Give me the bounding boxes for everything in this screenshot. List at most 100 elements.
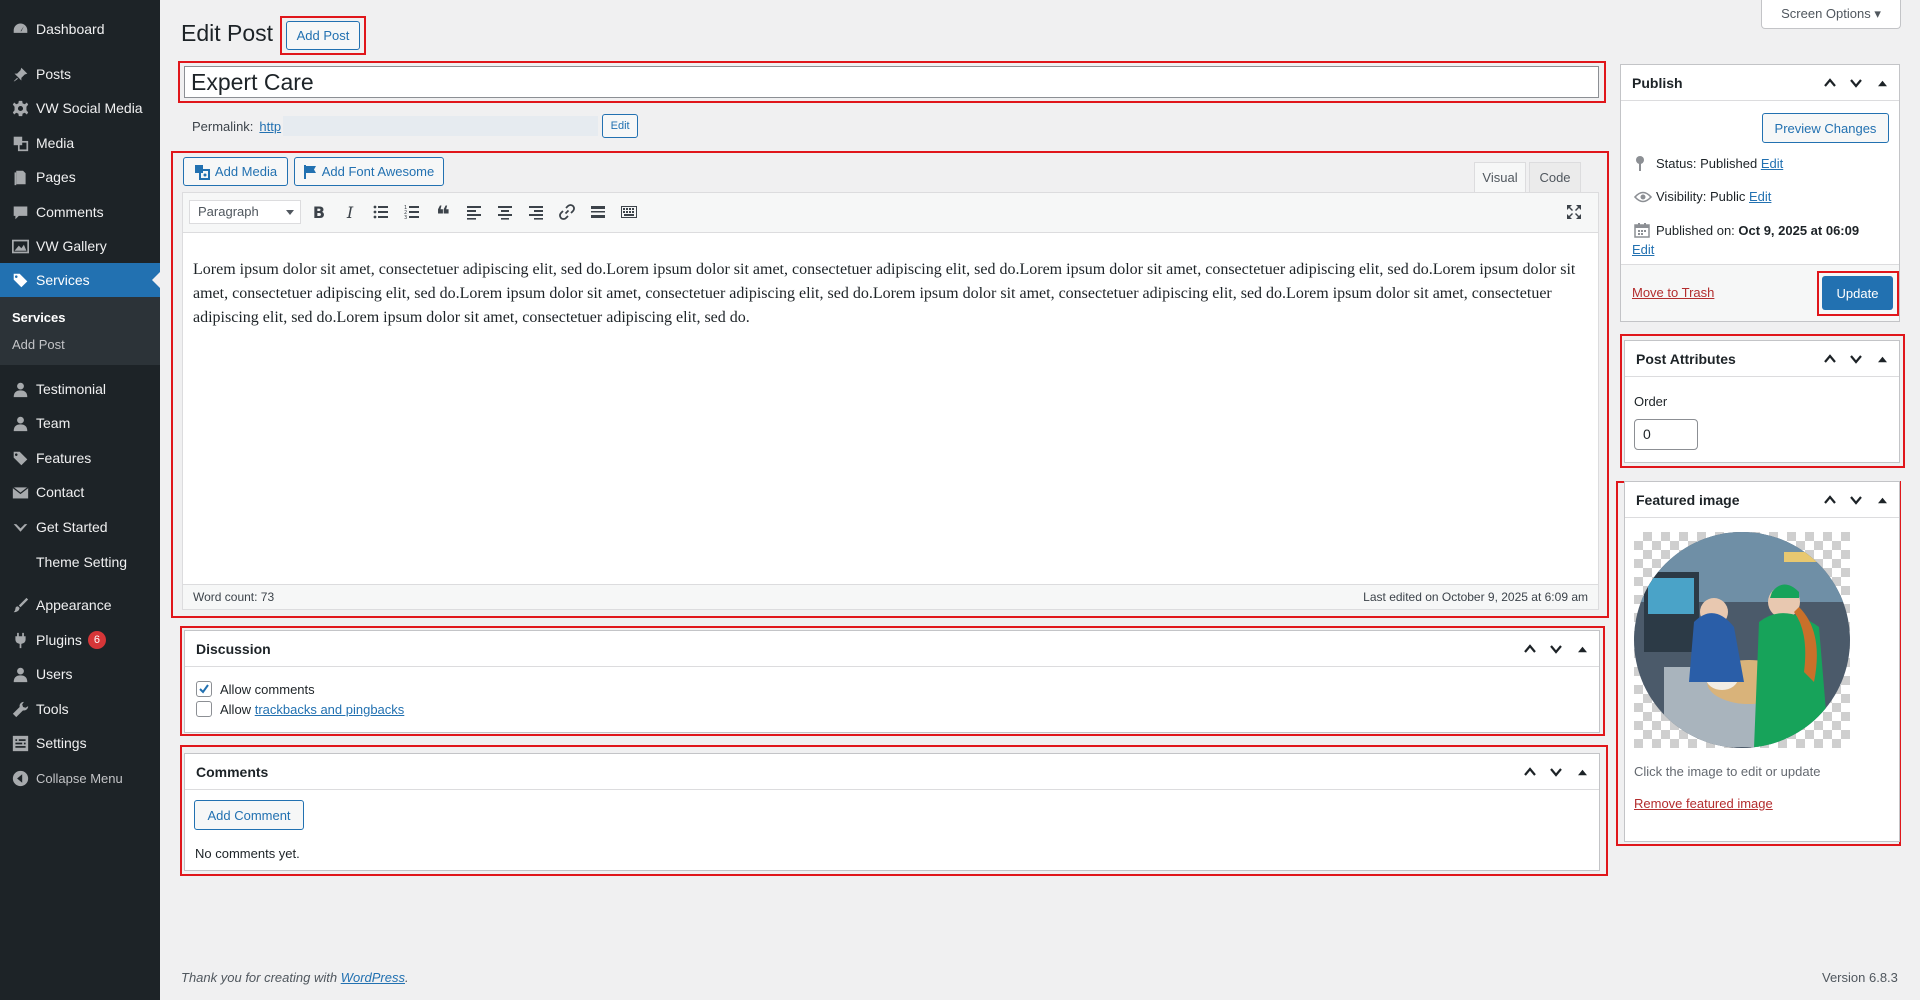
toggle-panel-icon[interactable] — [1873, 350, 1891, 368]
comment-icon — [10, 202, 30, 222]
sidebar-item-tools[interactable]: Tools — [0, 692, 160, 726]
permalink-url[interactable]: http — [259, 119, 281, 134]
sidebar-item-get-started[interactable]: Get Started — [0, 510, 160, 544]
publish-header[interactable]: Publish — [1621, 65, 1899, 101]
sidebar-item-settings[interactable]: Settings — [0, 726, 160, 760]
sidebar-item-label: Testimonial — [36, 381, 107, 397]
trackbacks-link[interactable]: trackbacks and pingbacks — [255, 702, 405, 717]
sidebar-item-theme-setting[interactable]: Theme Setting — [0, 545, 160, 579]
sidebar-item-label: Users — [36, 666, 73, 682]
featured-image-header[interactable]: Featured image — [1625, 482, 1899, 518]
sidebar-item-label: Team — [36, 415, 71, 431]
discussion-header[interactable]: Discussion — [185, 631, 1599, 667]
wordpress-link[interactable]: WordPress — [341, 970, 405, 985]
add-media-button[interactable]: Add Media — [183, 157, 288, 186]
sidebar-item-services[interactable]: Services — [0, 263, 160, 297]
sidebar-item-testimonial[interactable]: Testimonial — [0, 372, 160, 406]
bold-icon[interactable]: B — [307, 200, 331, 224]
toggle-panel-icon[interactable] — [1873, 491, 1891, 509]
toggle-panel-icon[interactable] — [1573, 763, 1591, 781]
move-down-icon[interactable] — [1847, 74, 1865, 92]
read-more-icon[interactable] — [586, 200, 610, 224]
align-center-icon[interactable] — [493, 200, 517, 224]
tag-icon — [10, 270, 30, 290]
published-on-edit-link[interactable]: Edit — [1632, 242, 1654, 257]
comments-header[interactable]: Comments — [185, 754, 1599, 790]
admin-sidebar: Services Add Post Dashboard Posts VW Socia… — [0, 0, 160, 1000]
sidebar-item-plugins[interactable]: Plugins 6 — [0, 623, 160, 657]
sidebar-item-label: Comments — [36, 204, 104, 220]
sidebar-item-contact[interactable]: Contact — [0, 475, 160, 509]
move-up-icon[interactable] — [1521, 763, 1539, 781]
format-select-value: Paragraph — [198, 204, 259, 219]
tab-visual[interactable]: Visual — [1474, 162, 1526, 192]
screen-options-button[interactable]: Screen Options ▾ — [1761, 0, 1901, 29]
sidebar-item-users[interactable]: Users — [0, 657, 160, 691]
numbered-list-icon[interactable]: 123 — [400, 200, 424, 224]
sidebar-item-team[interactable]: Team — [0, 406, 160, 440]
caret-down-icon — [286, 210, 294, 215]
add-post-button[interactable]: Add Post — [286, 21, 360, 50]
format-select[interactable]: Paragraph — [189, 200, 301, 224]
blockquote-icon[interactable]: ❝ — [431, 200, 455, 228]
post-attributes-header[interactable]: Post Attributes — [1625, 341, 1899, 377]
move-up-icon[interactable] — [1821, 74, 1839, 92]
move-up-icon[interactable] — [1821, 350, 1839, 368]
move-up-icon[interactable] — [1821, 491, 1839, 509]
permalink-edit-button[interactable]: Edit — [602, 114, 639, 138]
tab-code[interactable]: Code — [1529, 162, 1581, 192]
discussion-title: Discussion — [196, 640, 271, 657]
sidebar-item-label: VW Social Media — [36, 100, 143, 116]
visibility-edit-link[interactable]: Edit — [1749, 189, 1771, 204]
sidebar-item-dashboard[interactable]: Dashboard — [0, 12, 160, 46]
permalink-row: Permalink: http Edit — [192, 114, 639, 138]
allow-trackbacks-checkbox[interactable] — [196, 701, 212, 717]
post-title-input[interactable]: Expert Care — [184, 66, 1599, 98]
fullscreen-icon[interactable] — [1562, 200, 1586, 224]
align-left-icon[interactable] — [462, 200, 486, 224]
order-input[interactable]: 0 — [1634, 419, 1698, 450]
allow-comments-checkbox[interactable] — [196, 681, 212, 697]
word-count: Word count: 73 — [193, 590, 275, 604]
publish-title: Publish — [1632, 74, 1683, 91]
person-icon — [10, 379, 30, 399]
move-up-icon[interactable] — [1521, 640, 1539, 658]
move-down-icon[interactable] — [1547, 763, 1565, 781]
submenu-add-post[interactable]: Add Post — [12, 337, 65, 352]
move-down-icon[interactable] — [1847, 491, 1865, 509]
link-icon[interactable] — [555, 200, 579, 224]
move-to-trash-link[interactable]: Move to Trash — [1632, 285, 1714, 300]
add-comment-button[interactable]: Add Comment — [194, 800, 304, 830]
sidebar-item-vw-gallery[interactable]: VW Gallery — [0, 229, 160, 263]
featured-image-thumbnail[interactable] — [1634, 532, 1850, 748]
toggle-panel-icon[interactable] — [1873, 74, 1891, 92]
move-down-icon[interactable] — [1847, 350, 1865, 368]
update-button[interactable]: Update — [1822, 276, 1893, 310]
sidebar-item-media[interactable]: Media — [0, 126, 160, 160]
move-down-icon[interactable] — [1547, 640, 1565, 658]
toggle-panel-icon[interactable] — [1573, 640, 1591, 658]
sidebar-item-label: Dashboard — [36, 21, 105, 37]
toolbar-toggle-icon[interactable] — [617, 200, 641, 224]
sidebar-item-collapse-menu[interactable]: Collapse Menu — [0, 761, 160, 795]
align-right-icon[interactable] — [524, 200, 548, 224]
permalink-label: Permalink: — [192, 118, 254, 134]
sidebar-item-vw-social-media[interactable]: VW Social Media — [0, 91, 160, 125]
sidebar-item-posts[interactable]: Posts — [0, 57, 160, 91]
add-font-awesome-button[interactable]: Add Font Awesome — [294, 157, 444, 186]
sidebar-item-pages[interactable]: Pages — [0, 160, 160, 194]
editor-content[interactable]: Lorem ipsum dolor sit amet, consectetuer… — [193, 258, 1586, 330]
bullet-list-icon[interactable] — [369, 200, 393, 224]
gallery-icon — [10, 236, 30, 256]
sidebar-item-label: Theme Setting — [36, 554, 128, 570]
published-on-value: Oct 9, 2025 at 06:09 — [1738, 222, 1860, 238]
sidebar-item-comments[interactable]: Comments — [0, 195, 160, 229]
italic-icon[interactable]: I — [338, 200, 362, 224]
remove-featured-image-link[interactable]: Remove featured image — [1634, 796, 1773, 811]
status-edit-link[interactable]: Edit — [1761, 156, 1783, 171]
veterinary-photo — [1634, 532, 1850, 748]
submenu-services[interactable]: Services — [12, 310, 66, 325]
sidebar-item-features[interactable]: Features — [0, 441, 160, 475]
sidebar-item-appearance[interactable]: Appearance — [0, 588, 160, 622]
preview-changes-button[interactable]: Preview Changes — [1762, 113, 1889, 143]
